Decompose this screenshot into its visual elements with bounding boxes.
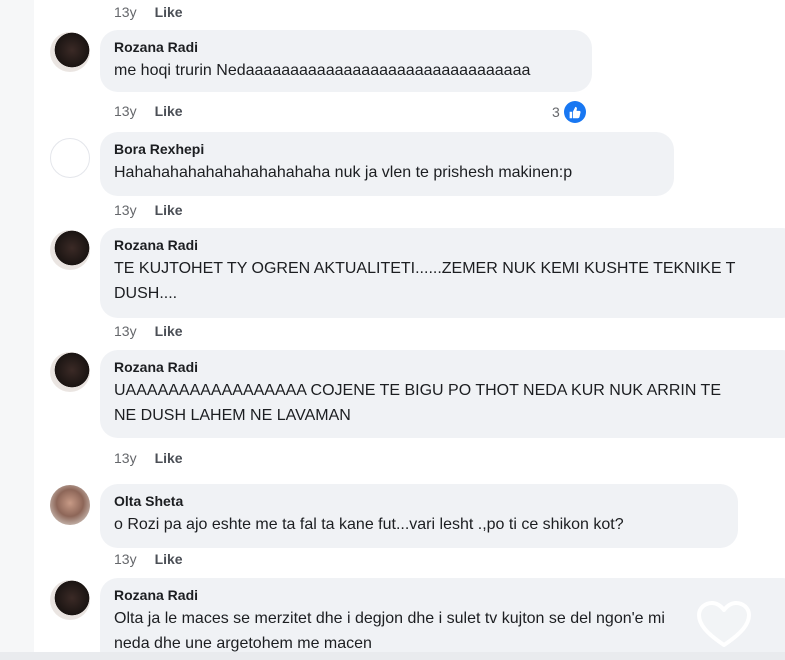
- like-button[interactable]: Like: [155, 450, 183, 466]
- comment-meta: 13y Like: [114, 323, 183, 339]
- timestamp: 13y: [114, 450, 137, 466]
- reaction-number: 3: [552, 104, 560, 120]
- like-button[interactable]: Like: [155, 4, 183, 20]
- timestamp: 13y: [114, 551, 137, 567]
- heart-outline-icon: [696, 600, 752, 655]
- timestamp: 13y: [114, 103, 137, 119]
- like-button[interactable]: Like: [155, 103, 183, 119]
- timestamp: 13y: [114, 4, 137, 20]
- comment-bubble: Rozana Radi me hoqi trurin Nedaaaaaaaaaa…: [100, 30, 592, 92]
- avatar[interactable]: [50, 580, 90, 620]
- like-button[interactable]: Like: [155, 323, 183, 339]
- comment-text: o Rozi pa ajo eshte me ta fal ta kane fu…: [114, 516, 624, 533]
- avatar[interactable]: [50, 138, 90, 178]
- comment-text-line2: DUSH....: [114, 285, 178, 302]
- comment-text: TE KUJTOHET TY OGREN AKTUALITETI......ZE…: [114, 260, 736, 277]
- left-background: [0, 0, 34, 660]
- comment-text: Hahahahahahahahahahahaha nuk ja vlen te …: [114, 164, 573, 181]
- comment-text-line2: neda dhe une argetohem me macen: [114, 635, 372, 652]
- comment-meta: 13y Like: [114, 103, 183, 119]
- avatar[interactable]: [50, 32, 90, 72]
- comment-meta-top: 13y Like: [114, 4, 183, 20]
- timestamp: 13y: [114, 323, 137, 339]
- avatar[interactable]: [50, 485, 90, 525]
- comment-meta: 13y Like: [114, 202, 183, 218]
- comment-bubble: Olta Sheta o Rozi pa ajo eshte me ta fal…: [100, 484, 738, 548]
- comment-text: me hoqi trurin Nedaaaaaaaaaaaaaaaaaaaaaa…: [114, 62, 531, 79]
- comment-author[interactable]: Rozana Radi: [114, 236, 785, 254]
- like-button[interactable]: Like: [155, 202, 183, 218]
- comment-bubble: Rozana Radi UAAAAAAAAAAAAAAAAA COJENE TE…: [100, 350, 785, 438]
- thumbs-up-icon: [563, 101, 586, 123]
- comment-author[interactable]: Olta Sheta: [114, 492, 724, 510]
- like-button[interactable]: Like: [155, 551, 183, 567]
- comment-text-line2: NE DUSH LAHEM NE LAVAMAN: [114, 407, 351, 424]
- comment-bubble: Rozana Radi Olta ja le maces se merzitet…: [100, 578, 785, 652]
- comment-text: Olta ja le maces se merzitet dhe i degjo…: [114, 610, 665, 627]
- comment-author[interactable]: Rozana Radi: [114, 358, 785, 376]
- timestamp: 13y: [114, 202, 137, 218]
- bottom-background: [0, 652, 785, 660]
- comments-panel: 13y Like Rozana Radi me hoqi trurin Neda…: [34, 0, 785, 652]
- comment-bubble: Rozana Radi TE KUJTOHET TY OGREN AKTUALI…: [100, 228, 785, 318]
- reaction-count[interactable]: 3: [552, 101, 586, 123]
- comment-author[interactable]: Rozana Radi: [114, 586, 785, 604]
- comment-author[interactable]: Rozana Radi: [114, 38, 578, 56]
- avatar[interactable]: [50, 352, 90, 392]
- comment-author[interactable]: Bora Rexhepi: [114, 140, 660, 158]
- comment-meta: 13y Like: [114, 450, 183, 466]
- comment-meta: 13y Like: [114, 551, 183, 567]
- avatar[interactable]: [50, 230, 90, 270]
- comment-bubble: Bora Rexhepi Hahahahahahahahahahahaha nu…: [100, 132, 674, 196]
- comment-text: UAAAAAAAAAAAAAAAAA COJENE TE BIGU PO THO…: [114, 382, 721, 399]
